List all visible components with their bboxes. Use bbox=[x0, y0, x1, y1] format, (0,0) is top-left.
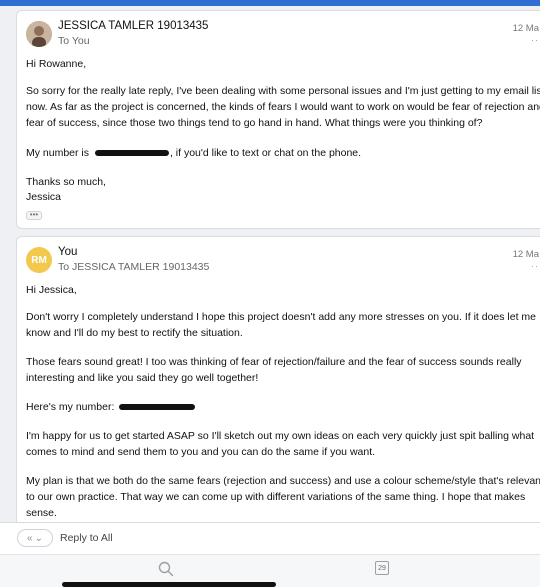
more-options-icon[interactable]: ·· bbox=[531, 35, 539, 45]
sender-avatar[interactable] bbox=[26, 21, 52, 47]
phone-number-line: My number is , if you'd like to text or … bbox=[26, 145, 540, 161]
greeting: Hi Jessica, bbox=[26, 284, 77, 296]
message-card-2[interactable]: RM You To JESSICA TAMLER 19013435 12 Ma … bbox=[16, 236, 540, 536]
calendar-icon[interactable]: 29 bbox=[375, 561, 389, 575]
top-accent-bar bbox=[0, 0, 540, 6]
phone-number-line: Here's my number: bbox=[26, 399, 540, 415]
home-indicator[interactable] bbox=[62, 582, 276, 587]
sender-name: JESSICA TAMLER 19013435 bbox=[58, 20, 209, 32]
redacted-phone-number[interactable] bbox=[94, 150, 169, 157]
recipient-line: To JESSICA TAMLER 19013435 bbox=[58, 261, 210, 273]
reply-to-all-button[interactable]: Reply to All bbox=[60, 532, 113, 544]
body-paragraph-4: I'm happy for us to get started ASAP so … bbox=[26, 430, 535, 458]
recipient-line: To You bbox=[58, 35, 90, 47]
reply-options-button[interactable]: « ⌄ bbox=[17, 529, 53, 547]
sender-avatar[interactable]: RM bbox=[26, 247, 52, 273]
redacted-phone-number[interactable] bbox=[119, 404, 196, 411]
body-paragraph-2: Those fears sound great! I too was think… bbox=[26, 356, 522, 384]
signature-name: Jessica bbox=[26, 191, 62, 203]
message-card-1[interactable]: JESSICA TAMLER 19013435 To You 12 Ma ·· … bbox=[16, 10, 540, 229]
phone-number-suffix: , if you'd like to text or chat on the p… bbox=[169, 147, 362, 159]
chevron-down-icon: ⌄ bbox=[34, 532, 43, 544]
sender-name: You bbox=[58, 246, 78, 258]
greeting: Hi Rowanne, bbox=[26, 58, 87, 70]
reply-bar: « ⌄ Reply to All bbox=[0, 522, 540, 554]
body-paragraph-1: Don't worry I completely understand I ho… bbox=[26, 311, 537, 339]
more-options-icon[interactable]: ·· bbox=[531, 261, 539, 271]
phone-number-prefix: My number is bbox=[26, 147, 90, 159]
phone-number-prefix: Here's my number: bbox=[26, 401, 115, 413]
body-paragraph-1: So sorry for the really late reply, I've… bbox=[26, 85, 540, 129]
search-icon[interactable] bbox=[158, 561, 174, 577]
body-paragraph-5: My plan is that we both do the same fear… bbox=[26, 475, 540, 519]
signoff-line: Thanks so much, bbox=[26, 176, 106, 188]
message-date: 12 Ma bbox=[512, 249, 539, 260]
reply-all-icon: « bbox=[27, 532, 33, 544]
message-date: 12 Ma bbox=[512, 23, 539, 34]
show-quoted-text-button[interactable]: ••• bbox=[26, 211, 42, 220]
avatar-photo-icon bbox=[26, 21, 52, 47]
